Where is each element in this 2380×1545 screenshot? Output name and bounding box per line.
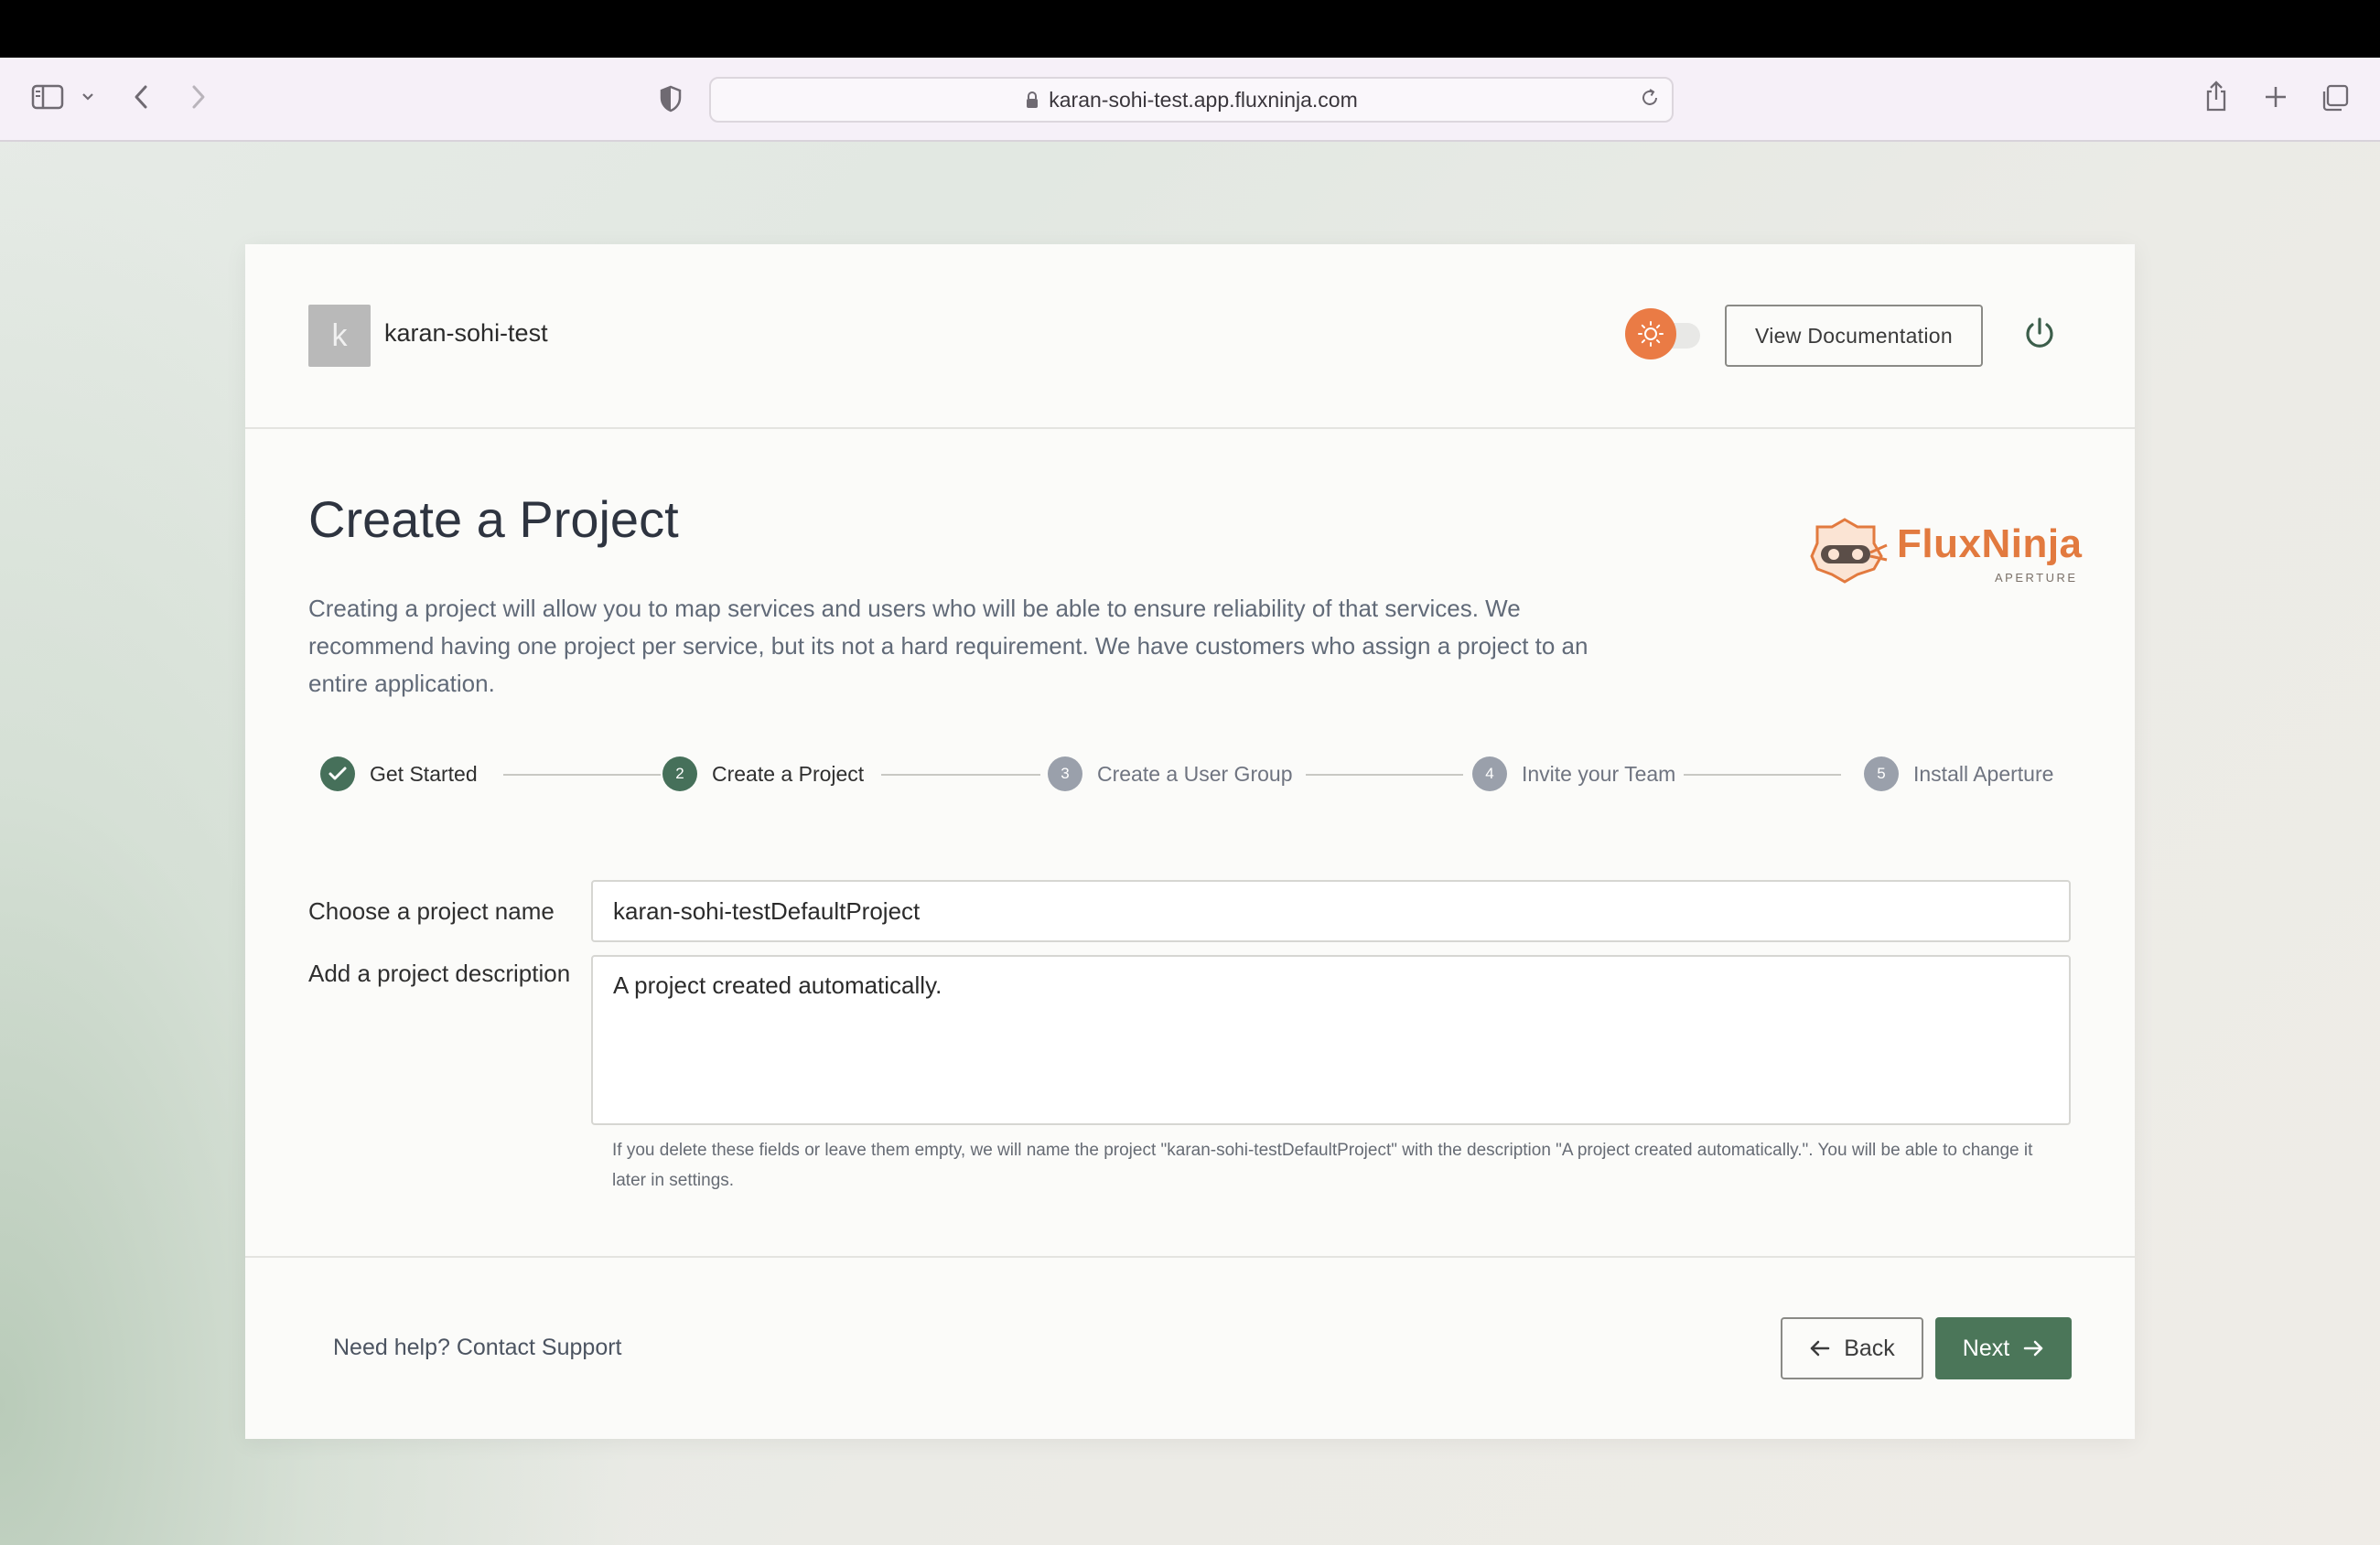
chevron-down-icon[interactable] <box>81 91 95 103</box>
project-description-textarea[interactable]: A project created automatically. <box>591 955 2071 1125</box>
next-label: Next <box>1962 1335 2010 1361</box>
logo-wordmark: FluxNinja <box>1897 521 2083 566</box>
step-connector <box>1684 774 1841 776</box>
back-button[interactable]: Back <box>1781 1317 1923 1379</box>
step-label: Get Started <box>370 761 478 786</box>
top-black-bar <box>0 0 2380 58</box>
power-icon[interactable] <box>2021 316 2058 357</box>
back-label: Back <box>1844 1335 1895 1361</box>
step-create-project: 2 Create a Project <box>662 753 864 795</box>
arrow-right-icon <box>2022 1338 2044 1358</box>
step-label: Install Aperture <box>1913 761 2054 786</box>
progress-stepper: Get Started 2 Create a Project 3 Create … <box>320 753 2059 795</box>
share-icon[interactable] <box>2203 80 2229 113</box>
step-number: 4 <box>1472 756 1507 791</box>
org-name: karan-sohi-test <box>384 319 548 347</box>
step-create-user-group: 3 Create a User Group <box>1048 753 1292 795</box>
check-icon <box>320 756 355 791</box>
tab-overview-icon[interactable] <box>2321 83 2350 113</box>
step-label: Invite your Team <box>1522 761 1676 786</box>
view-documentation-button[interactable]: View Documentation <box>1725 305 1983 367</box>
footer-divider <box>245 1256 2135 1258</box>
forward-arrow-icon[interactable] <box>187 83 209 111</box>
step-number: 2 <box>662 756 697 791</box>
step-label: Create a Project <box>712 761 865 786</box>
new-tab-plus-icon[interactable] <box>2262 83 2289 111</box>
intro-paragraph: Creating a project will allow you to map… <box>308 595 1588 697</box>
step-number: 3 <box>1048 756 1082 791</box>
step-connector <box>1306 774 1463 776</box>
step-number: 5 <box>1864 756 1899 791</box>
back-arrow-icon[interactable] <box>131 83 153 111</box>
step-connector <box>503 774 661 776</box>
sun-icon <box>1625 308 1676 359</box>
step-connector <box>881 774 1040 776</box>
project-name-label: Choose a project name <box>308 897 555 925</box>
step-invite-team: 4 Invite your Team <box>1472 753 1675 795</box>
org-avatar: k <box>308 305 371 367</box>
card-header: k karan-sohi-test View Documentation <box>245 244 2135 429</box>
url-text: karan-sohi-test.app.fluxninja.com <box>1049 87 1358 112</box>
project-description-label: Add a project description <box>308 960 571 987</box>
project-name-input[interactable] <box>591 880 2071 942</box>
step-label: Create a User Group <box>1097 761 1293 786</box>
sidebar-toggle-icon[interactable] <box>31 83 64 111</box>
browser-toolbar: karan-sohi-test.app.fluxninja.com <box>0 58 2380 142</box>
page-title: Create a Project <box>308 490 679 548</box>
address-bar[interactable]: karan-sohi-test.app.fluxninja.com <box>709 77 1674 123</box>
contact-support-link[interactable]: Need help? Contact Support <box>333 1335 622 1361</box>
step-install-aperture: 5 Install Aperture <box>1864 753 2053 795</box>
fluxninja-logo: FluxNinja APERTURE <box>1810 514 2082 596</box>
arrow-left-icon <box>1809 1338 1831 1358</box>
onboarding-card: k karan-sohi-test View Documentation Cre… <box>245 244 2135 1439</box>
privacy-shield-icon[interactable] <box>659 85 683 113</box>
helper-text: If you delete these fields or leave them… <box>612 1141 2033 1190</box>
theme-toggle[interactable] <box>1625 308 1700 359</box>
lock-icon <box>1025 91 1039 109</box>
next-button[interactable]: Next <box>1935 1317 2072 1379</box>
step-get-started: Get Started <box>320 753 478 795</box>
reload-icon[interactable] <box>1639 87 1661 114</box>
logo-subtitle: APERTURE <box>1995 571 2078 585</box>
